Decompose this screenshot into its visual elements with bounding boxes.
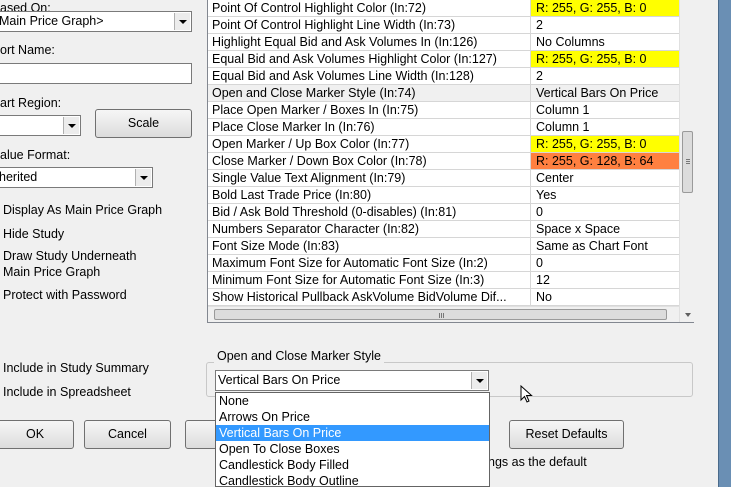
grid-row-name: Open Marker / Up Box Color (In:77) xyxy=(212,137,410,151)
scroll-down-icon[interactable] xyxy=(685,313,691,317)
chevron-down-icon[interactable] xyxy=(63,117,79,134)
grid-row[interactable]: Close Marker / Down Box Color (In:78) R: … xyxy=(208,153,679,170)
ok-button[interactable]: OK xyxy=(0,420,74,449)
mouse-cursor-icon xyxy=(520,385,533,403)
include-spreadsheet-checkbox[interactable]: Include in Spreadsheet xyxy=(3,385,131,399)
grid-row[interactable]: Open Marker / Up Box Color (In:77) R: 255… xyxy=(208,136,679,153)
draw-underneath-label-line2: Main Price Graph xyxy=(3,265,101,279)
grid-row-value[interactable]: 2 xyxy=(530,17,679,33)
grid-row-name: Place Close Marker In (In:76) xyxy=(212,120,375,134)
grid-row-value[interactable]: Vertical Bars On Price xyxy=(530,85,679,101)
chevron-down-icon[interactable] xyxy=(135,169,151,186)
chart-region-select[interactable] xyxy=(0,115,81,136)
based-on-select[interactable]: Main Price Graph> xyxy=(0,11,192,32)
grid-row-value[interactable]: Yes xyxy=(530,187,679,203)
vertical-scroll-thumb[interactable] xyxy=(682,131,693,193)
grid-row[interactable]: Minimum Font Size for Automatic Font Siz… xyxy=(208,272,679,289)
scale-button[interactable]: Scale xyxy=(95,109,192,138)
dropdown-option[interactable]: Arrows On Price xyxy=(216,409,489,425)
study-settings-grid[interactable]: Point Of Control Highlight Color (In:72)… xyxy=(207,0,694,323)
grid-row-value[interactable]: Column 1 xyxy=(530,119,679,135)
grid-row-name: Show Historical Pullback AskVolume BidVo… xyxy=(212,290,507,304)
vertical-scrollbar[interactable] xyxy=(679,0,694,322)
grid-row-value[interactable]: Column 1 xyxy=(530,102,679,118)
grid-row-name: Open and Close Marker Style (In:74) xyxy=(212,86,416,100)
grid-row-name: Equal Bid and Ask Volumes Line Width (In… xyxy=(212,69,474,83)
protect-password-checkbox[interactable]: Protect with Password xyxy=(3,288,127,302)
grid-row-color-value[interactable]: R: 255, G: 255, B: 0 xyxy=(530,136,679,152)
dropdown-option[interactable]: Candlestick Body Filled xyxy=(216,457,489,473)
grid-row-name: Place Open Marker / Boxes In (In:75) xyxy=(212,103,419,117)
grid-row[interactable]: Place Close Marker In (In:76) Column 1 xyxy=(208,119,679,136)
draw-underneath-checkbox[interactable]: Draw Study Underneath xyxy=(3,249,136,263)
cancel-button[interactable]: Cancel xyxy=(84,420,171,449)
display-main-price-graph-checkbox[interactable]: Display As Main Price Graph xyxy=(3,203,162,217)
grid-row[interactable]: Numbers Separator Character (In:82) Space… xyxy=(208,221,679,238)
chevron-down-icon[interactable] xyxy=(174,13,190,30)
dropdown-option[interactable]: Candlestick Body Outline xyxy=(216,473,489,486)
grid-row-value[interactable]: No xyxy=(530,289,679,305)
marker-style-group-title: Open and Close Marker Style xyxy=(214,349,384,363)
grid-row-name: Close Marker / Down Box Color (In:78) xyxy=(212,154,427,168)
grid-row-name: Bold Last Trade Price (In:80) xyxy=(212,188,372,202)
grid-row-value[interactable]: 0 xyxy=(530,255,679,271)
grid-row[interactable]: Bold Last Trade Price (In:80) Yes xyxy=(208,187,679,204)
include-study-summary-checkbox[interactable]: Include in Study Summary xyxy=(3,361,149,375)
horizontal-scrollbar[interactable] xyxy=(208,306,679,322)
marker-style-dropdown-list[interactable]: None Arrows On Price Vertical Bars On Pric… xyxy=(215,392,490,487)
grid-row[interactable]: Equal Bid and Ask Volumes Line Width (In… xyxy=(208,68,679,85)
grid-row[interactable]: Bid / Ask Bold Threshold (0-disables) (I… xyxy=(208,204,679,221)
grid-row-name: Point Of Control Highlight Line Width (I… xyxy=(212,18,456,32)
hide-study-checkbox[interactable]: Hide Study xyxy=(3,227,64,241)
grid-row-value[interactable]: Space x Space xyxy=(530,221,679,237)
grid-row[interactable]: Open and Close Marker Style (In:74) Verti… xyxy=(208,85,679,102)
grid-row[interactable]: Show Historical Pullback AskVolume BidVo… xyxy=(208,289,679,306)
value-format-label: alue Format: xyxy=(0,148,71,162)
value-format-select[interactable]: herited xyxy=(0,167,153,188)
chart-region-label: art Region: xyxy=(0,96,62,110)
grid-row-color-value[interactable]: R: 255, G: 255, B: 0 xyxy=(530,51,679,67)
grid-row-name: Font Size Mode (In:83) xyxy=(212,239,340,253)
grid-row-name: Point Of Control Highlight Color (In:72) xyxy=(212,1,426,15)
marker-style-value: Vertical Bars On Price xyxy=(218,373,341,387)
window-frame-edge xyxy=(718,0,731,487)
grid-row[interactable]: Point Of Control Highlight Color (In:72)… xyxy=(208,0,679,17)
grid-row[interactable]: Single Value Text Alignment (In:79) Cente… xyxy=(208,170,679,187)
horizontal-scroll-thumb[interactable] xyxy=(214,309,667,320)
grid-row-color-value[interactable]: R: 255, G: 128, B: 64 xyxy=(530,153,679,169)
grid-row-color-value[interactable]: R: 255, G: 255, B: 0 xyxy=(530,0,679,16)
grid-row-value[interactable]: 0 xyxy=(530,204,679,220)
grid-row-value[interactable]: 2 xyxy=(530,68,679,84)
value-format-value: herited xyxy=(0,170,38,184)
grid-row-value[interactable]: No Columns xyxy=(530,34,679,50)
dropdown-option[interactable]: None xyxy=(216,393,489,409)
marker-style-select[interactable]: Vertical Bars On Price xyxy=(215,370,489,391)
grid-row[interactable]: Highlight Equal Bid and Ask Volumes In (… xyxy=(208,34,679,51)
save-default-label: ngs as the default xyxy=(488,455,587,469)
grid-row-name: Equal Bid and Ask Volumes Highlight Colo… xyxy=(212,52,497,66)
chevron-down-icon[interactable] xyxy=(471,372,487,389)
grid-row-name: Maximum Font Size for Automatic Font Siz… xyxy=(212,256,488,270)
short-name-input[interactable] xyxy=(0,63,192,84)
dropdown-option[interactable]: Vertical Bars On Price xyxy=(216,425,489,441)
grid-row-name: Bid / Ask Bold Threshold (0-disables) (I… xyxy=(212,205,457,219)
grid-row-value[interactable]: Same as Chart Font xyxy=(530,238,679,254)
grid-row-name: Numbers Separator Character (In:82) xyxy=(212,222,420,236)
short-name-label: ort Name: xyxy=(0,43,55,57)
grid-row[interactable]: Equal Bid and Ask Volumes Highlight Colo… xyxy=(208,51,679,68)
grid-row-value[interactable]: 12 xyxy=(530,272,679,288)
grid-row[interactable]: Font Size Mode (In:83) Same as Chart Font xyxy=(208,238,679,255)
grid-row-name: Minimum Font Size for Automatic Font Siz… xyxy=(212,273,485,287)
grid-row-name: Highlight Equal Bid and Ask Volumes In (… xyxy=(212,35,478,49)
based-on-value: Main Price Graph> xyxy=(0,14,104,28)
grid-row[interactable]: Maximum Font Size for Automatic Font Siz… xyxy=(208,255,679,272)
grid-row-name: Single Value Text Alignment (In:79) xyxy=(212,171,406,185)
grid-row-value[interactable]: Center xyxy=(530,170,679,186)
grid-row[interactable]: Place Open Marker / Boxes In (In:75) Colu… xyxy=(208,102,679,119)
reset-defaults-button[interactable]: Reset Defaults xyxy=(509,420,624,449)
grid-row[interactable]: Point Of Control Highlight Line Width (I… xyxy=(208,17,679,34)
dropdown-option[interactable]: Open To Close Boxes xyxy=(216,441,489,457)
